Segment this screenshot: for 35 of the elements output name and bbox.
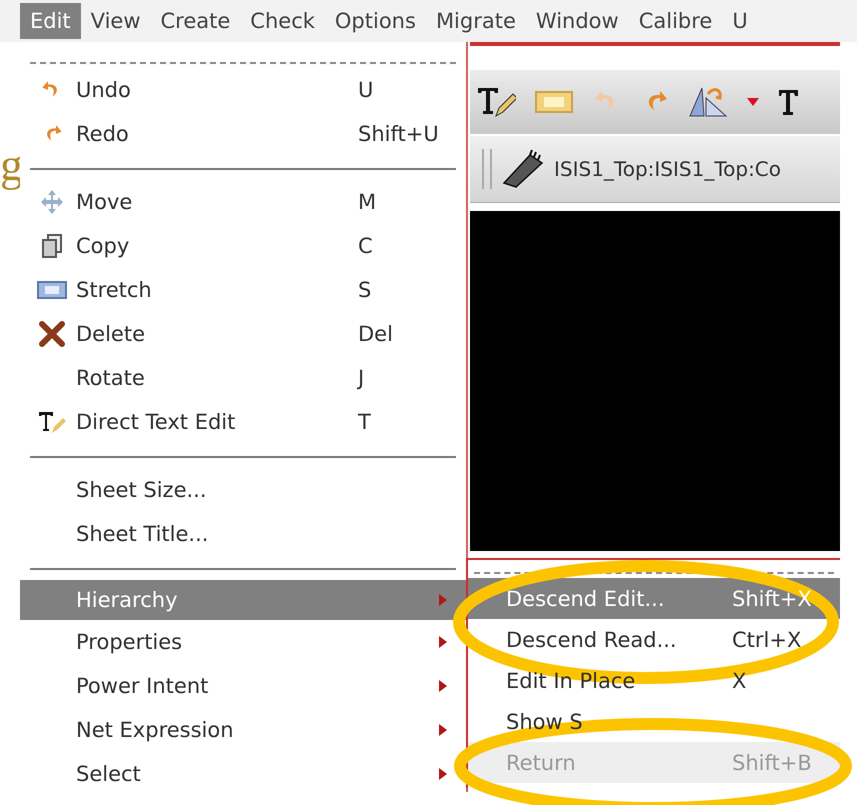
menu-item[interactable]: Sheet Title... [20, 512, 466, 556]
menu-item[interactable]: Select [20, 752, 466, 796]
cell-path: ISIS1_Top:ISIS1_Top:Co [554, 157, 782, 181]
copy-icon [40, 233, 64, 259]
menu-title[interactable]: Calibre [628, 3, 722, 39]
menu-item[interactable]: Direct Text Edit T [20, 400, 466, 444]
chip-icon [500, 149, 546, 189]
menu-item[interactable]: Undo U [20, 68, 466, 112]
menu-item[interactable]: Copy C [20, 224, 466, 268]
menu-title[interactable]: Window [526, 3, 629, 39]
menu-title[interactable]: Migrate [426, 3, 526, 39]
menu-item[interactable]: Redo Shift+U [20, 112, 466, 156]
menu-item[interactable]: Move M [20, 180, 466, 224]
menu-item[interactable]: Delete Del [20, 312, 466, 356]
stretch-icon [37, 279, 67, 301]
delete-icon [39, 321, 65, 347]
menu-title[interactable]: U [722, 3, 758, 39]
toolbar-grip[interactable] [482, 149, 492, 189]
menu-title[interactable]: Options [324, 3, 426, 39]
menu-item[interactable]: Net Expression [20, 708, 466, 752]
menu-item[interactable]: Descend Read... Ctrl+X [468, 619, 840, 660]
menu-item[interactable]: Power Intent [20, 664, 466, 708]
menu-title[interactable]: Check [240, 3, 325, 39]
menu-title[interactable]: View [80, 3, 151, 39]
dropdown-arrow-icon[interactable] [746, 97, 760, 107]
menu-item[interactable]: Sheet Size... [20, 468, 466, 512]
menu-title[interactable]: Create [150, 3, 240, 39]
move-icon [39, 189, 65, 215]
text-edit-icon [38, 409, 66, 435]
text-icon[interactable] [778, 87, 798, 117]
menu-title[interactable]: Edit [20, 3, 81, 39]
menu-item[interactable]: Rotate J [20, 356, 466, 400]
menu-item[interactable]: Hierarchy [20, 580, 466, 620]
menu-item[interactable]: Properties [20, 620, 466, 664]
menu-item[interactable]: Stretch S [20, 268, 466, 312]
